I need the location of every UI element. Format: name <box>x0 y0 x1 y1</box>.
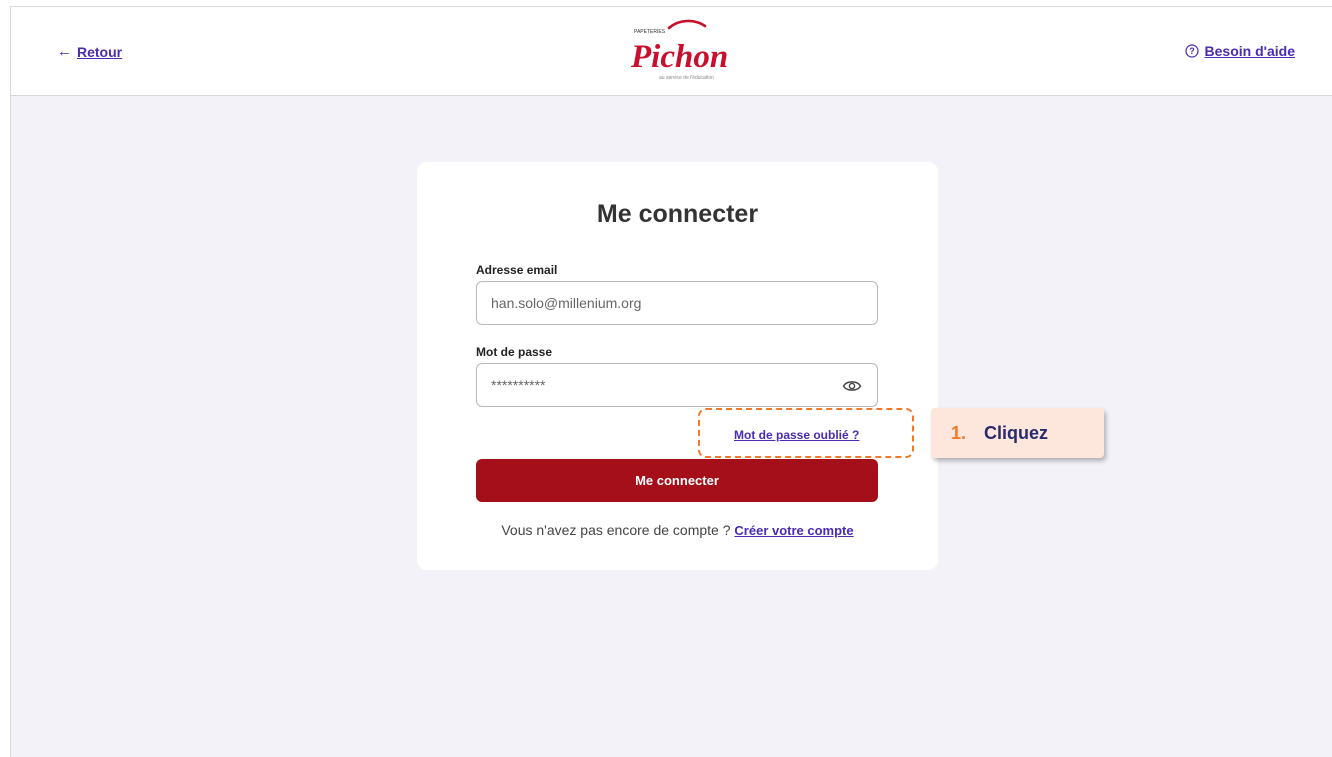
highlight-box <box>698 408 914 458</box>
back-arrow-icon: ← <box>57 43 72 60</box>
login-button[interactable]: Me connecter <box>476 459 878 502</box>
svg-text:?: ? <box>1189 46 1195 56</box>
login-card: Me connecter Adresse email Mot de passe … <box>417 162 938 570</box>
back-link-label: Retour <box>77 43 123 60</box>
callout-text: Cliquez <box>984 422 1049 443</box>
page-frame: ← Retour PAPETERIES Pichon au service de… <box>10 6 1332 757</box>
password-input[interactable] <box>476 363 878 407</box>
show-password-toggle[interactable] <box>841 375 863 397</box>
callout-step-number: 1. <box>951 422 967 443</box>
signup-row: Vous n'avez pas encore de compte ? Créer… <box>417 522 938 538</box>
back-link[interactable]: ← Retour <box>57 43 122 60</box>
top-bar: ← Retour PAPETERIES Pichon au service de… <box>11 7 1332 96</box>
no-account-text: Vous n'avez pas encore de compte ? <box>501 522 731 538</box>
pichon-logo: PAPETERIES Pichon au service de l'éducat… <box>630 19 728 81</box>
eye-icon <box>842 381 862 391</box>
logo-brand-text: Pichon <box>630 39 728 75</box>
login-title: Me connecter <box>596 200 759 228</box>
help-link[interactable]: ? Besoin d'aide <box>1184 43 1295 59</box>
create-account-link[interactable]: Créer votre compte <box>734 523 853 538</box>
help-circle-icon: ? <box>1184 44 1199 58</box>
logo-tagline: au service de l'éducation <box>659 75 714 81</box>
password-label: Mot de passe <box>476 345 553 359</box>
help-link-label: Besoin d'aide <box>1204 43 1295 59</box>
email-input[interactable] <box>476 281 878 325</box>
instruction-callout: 1. Cliquez <box>931 408 1104 458</box>
email-label: Adresse email <box>476 263 558 277</box>
logo-top-text: PAPETERIES <box>634 29 666 35</box>
